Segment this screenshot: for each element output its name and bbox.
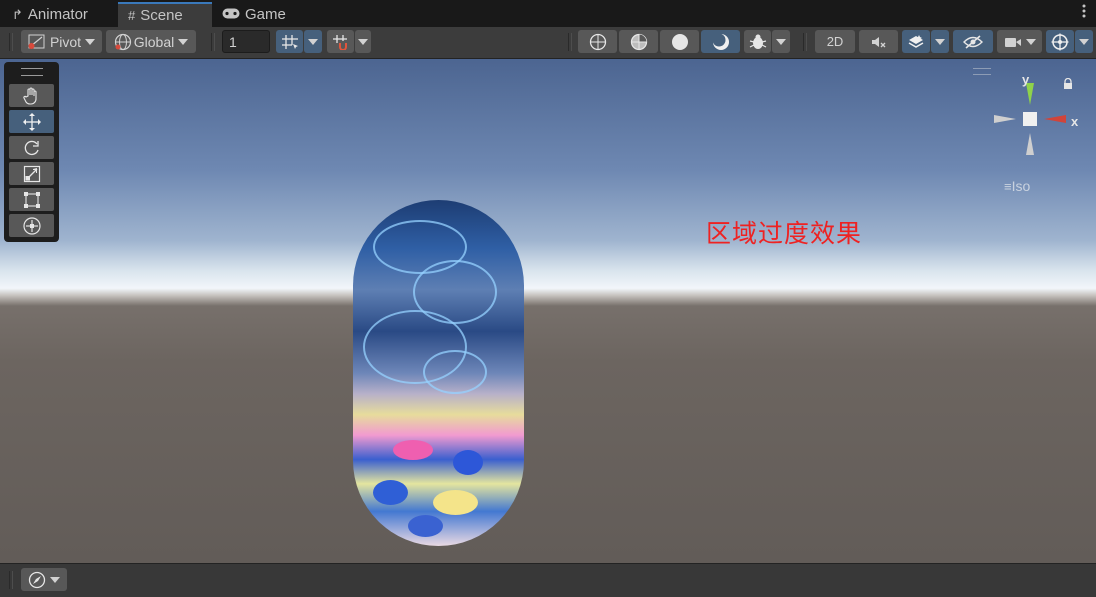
axis-gizmo-icon bbox=[994, 83, 1066, 155]
rotate-icon bbox=[24, 140, 39, 155]
audio-toggle-button[interactable] bbox=[859, 30, 898, 53]
layers-effects-icon bbox=[908, 34, 924, 48]
more-options-icon[interactable] bbox=[1082, 4, 1086, 20]
rotate-tool-button[interactable] bbox=[9, 136, 54, 159]
transform-tool-button[interactable] bbox=[9, 214, 54, 237]
toolbar-grip bbox=[9, 571, 13, 589]
toolbar-grip bbox=[9, 33, 13, 51]
2d-mode-label: 2D bbox=[826, 34, 844, 49]
gizmos-toggle-button[interactable] bbox=[1046, 30, 1074, 53]
camera-settings-button[interactable] bbox=[997, 30, 1042, 53]
chevron-down-icon bbox=[178, 38, 189, 45]
tab-animator[interactable]: ↱ Animator bbox=[12, 2, 112, 27]
chevron-down-icon bbox=[85, 38, 96, 45]
gizmos-dropdown[interactable] bbox=[1075, 30, 1093, 53]
gizmo-drag-handle[interactable] bbox=[973, 68, 991, 75]
debug-draw-button[interactable] bbox=[744, 30, 771, 53]
toolbar-separator bbox=[803, 33, 807, 51]
move-arrows-icon bbox=[22, 112, 41, 131]
wireframe-sphere-icon bbox=[589, 33, 606, 50]
shaded-sphere-icon bbox=[671, 33, 688, 50]
scene-annotation-text: 区域过度效果 bbox=[706, 220, 863, 248]
scene-visibility-button[interactable] bbox=[953, 30, 993, 53]
gizmo-x-label: x bbox=[1071, 114, 1079, 129]
grid-snapping-button[interactable] bbox=[327, 30, 354, 53]
capsule-object[interactable] bbox=[353, 200, 524, 546]
paint-blob bbox=[453, 450, 483, 475]
grid-snapping-dropdown[interactable] bbox=[355, 30, 371, 53]
globe-icon bbox=[114, 33, 131, 50]
grid-snap-magnet-icon bbox=[332, 34, 347, 50]
transform-all-icon bbox=[22, 216, 41, 235]
pivot-icon bbox=[28, 34, 45, 49]
scene-tools-panel bbox=[4, 62, 59, 242]
crescent-moon-icon bbox=[712, 33, 729, 50]
camera-icon bbox=[1004, 37, 1021, 47]
tab-animator-label: Animator bbox=[27, 6, 88, 23]
pivot-dropdown[interactable]: Pivot bbox=[21, 30, 102, 53]
chevron-down-icon bbox=[776, 38, 786, 45]
unlit-draw-mode-button[interactable] bbox=[701, 30, 740, 53]
rect-tool-button[interactable] bbox=[9, 188, 54, 211]
effects-toggle-button[interactable] bbox=[902, 30, 930, 53]
panel-drag-handle[interactable] bbox=[21, 68, 43, 76]
chevron-down-icon bbox=[935, 38, 945, 45]
lock-icon[interactable] bbox=[1063, 78, 1073, 90]
tab-scene-label: Scene bbox=[140, 7, 183, 24]
toolbar-separator bbox=[568, 33, 572, 51]
grid-hash-icon: # bbox=[128, 8, 136, 23]
grid-visibility-button[interactable] bbox=[276, 30, 303, 53]
scale-icon bbox=[23, 165, 40, 182]
toolbar-separator bbox=[211, 33, 215, 51]
chevron-down-icon bbox=[358, 38, 368, 45]
projection-toggle[interactable]: ≡Iso bbox=[1004, 178, 1030, 194]
chevron-down-icon bbox=[50, 576, 60, 583]
global-label: Global bbox=[133, 33, 175, 50]
effects-dropdown[interactable] bbox=[931, 30, 949, 53]
speaker-muted-icon bbox=[871, 36, 885, 47]
energy-swirl bbox=[423, 350, 487, 394]
wireframe-shading-button[interactable] bbox=[578, 30, 617, 53]
gizmo-y-label: y bbox=[1022, 72, 1030, 87]
editor-tab-bar: ↱ Animator # Scene Game bbox=[0, 0, 1096, 27]
paint-blob bbox=[373, 480, 408, 505]
animator-icon: ↱ bbox=[12, 6, 23, 22]
compass-icon bbox=[28, 571, 46, 588]
rect-transform-icon bbox=[23, 191, 40, 208]
chevron-down-icon bbox=[1079, 38, 1089, 45]
scene-toolbar: Pivot Global 1 2D bbox=[0, 27, 1096, 59]
tab-scene[interactable]: # Scene bbox=[118, 2, 212, 27]
grid-visibility-dropdown[interactable] bbox=[304, 30, 322, 53]
paint-blob bbox=[408, 515, 443, 537]
scale-tool-button[interactable] bbox=[9, 162, 54, 185]
tab-game[interactable]: Game bbox=[222, 2, 302, 27]
scene-viewport[interactable]: 区域过度效果 y x ≡Iso bbox=[0, 59, 1096, 563]
shaded-wireframe-sphere-icon bbox=[630, 33, 647, 50]
eye-hidden-icon bbox=[963, 34, 983, 49]
hand-icon bbox=[22, 86, 37, 105]
gizmos-icon bbox=[1051, 33, 1069, 50]
debug-draw-dropdown[interactable] bbox=[772, 30, 790, 53]
2d-mode-button[interactable]: 2D bbox=[815, 30, 855, 53]
hamburger-icon: ≡ bbox=[1004, 179, 1012, 194]
scene-bottom-bar bbox=[0, 563, 1096, 597]
chevron-down-icon bbox=[1025, 38, 1036, 45]
global-dropdown[interactable]: Global bbox=[106, 30, 196, 53]
bug-icon bbox=[749, 34, 766, 49]
grid-snap-field[interactable]: 1 bbox=[222, 30, 270, 53]
projection-label: Iso bbox=[1011, 178, 1031, 194]
chevron-down-icon bbox=[308, 38, 318, 45]
grid-visibility-icon bbox=[281, 34, 298, 49]
paint-blob bbox=[393, 440, 433, 460]
gamepad-icon bbox=[222, 7, 240, 22]
pivot-label: Pivot bbox=[49, 33, 82, 50]
overlay-menu-button[interactable] bbox=[21, 568, 67, 591]
grid-snap-value: 1 bbox=[229, 33, 237, 50]
paint-blob bbox=[433, 490, 478, 515]
shaded-button[interactable] bbox=[660, 30, 699, 53]
shaded-wireframe-button[interactable] bbox=[619, 30, 658, 53]
move-tool-button[interactable] bbox=[9, 110, 54, 133]
hand-tool-button[interactable] bbox=[9, 84, 54, 107]
tab-game-label: Game bbox=[245, 6, 286, 23]
